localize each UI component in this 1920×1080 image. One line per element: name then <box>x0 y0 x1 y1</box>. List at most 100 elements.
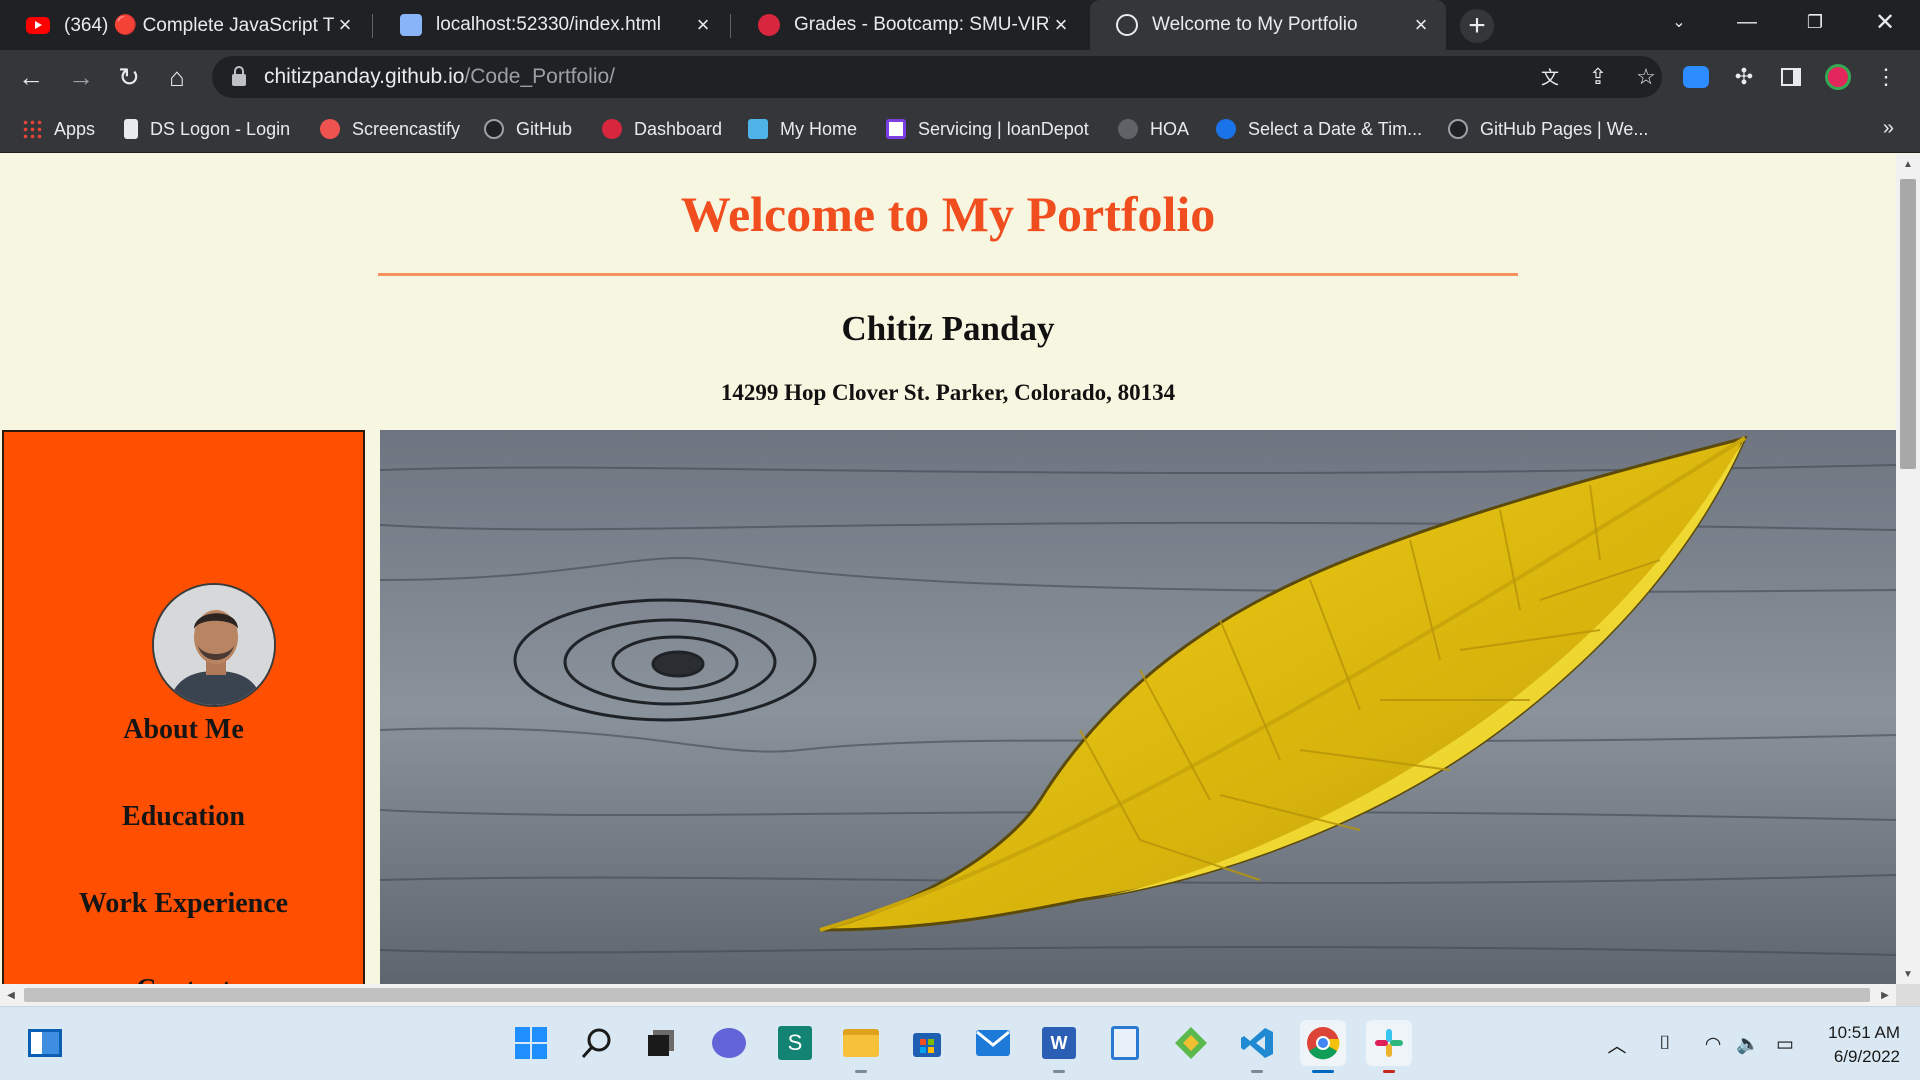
running-indicator <box>1312 1070 1334 1073</box>
share-icon[interactable]: ⇪ <box>1584 63 1612 91</box>
file-explorer-icon[interactable] <box>838 1020 884 1073</box>
horizontal-scrollbar[interactable]: ◀ ▶ <box>0 984 1896 1006</box>
tab-youtube[interactable]: (364) 🔴 Complete JavaScript Tu × <box>0 0 370 50</box>
bookmark-select-date[interactable]: Select a Date & Tim... <box>1216 115 1422 143</box>
battery-icon[interactable]: ▭ <box>1772 1031 1798 1057</box>
usb-icon[interactable]: ⌷ <box>1652 1031 1678 1057</box>
youtube-icon <box>26 16 50 34</box>
widgets-icon[interactable] <box>22 1020 68 1066</box>
owner-name: Chitiz Panday <box>841 309 1055 348</box>
bookmark-apps[interactable]: Apps <box>22 115 95 143</box>
scroll-down-icon[interactable]: ▼ <box>1896 964 1920 984</box>
notepad-icon[interactable] <box>1102 1020 1148 1066</box>
minimize-icon[interactable]: — <box>1718 0 1776 44</box>
side-panel-icon[interactable] <box>1775 61 1807 93</box>
owner-address: 14299 Hop Clover St. Parker, Colorado, 8… <box>720 380 1176 405</box>
tab-localhost[interactable]: localhost:52330/index.html × <box>374 0 728 50</box>
bookmark-label: GitHub Pages | We... <box>1480 118 1649 139</box>
wifi-icon[interactable]: ◠ <box>1700 1031 1726 1057</box>
nav-education[interactable]: Education <box>4 801 363 833</box>
nav-work-experience[interactable]: Work Experience <box>4 888 363 920</box>
page-title: Welcome to My Portfolio <box>680 186 1216 242</box>
close-icon[interactable]: × <box>692 12 714 37</box>
close-icon[interactable]: × <box>334 12 356 37</box>
tab-portfolio[interactable]: Welcome to My Portfolio × <box>1090 0 1446 50</box>
screencastify-icon <box>320 119 340 139</box>
bookmark-label: Apps <box>54 118 96 139</box>
bookmark-dashboard[interactable]: Dashboard <box>602 115 722 143</box>
window-close-icon[interactable]: ✕ <box>1856 0 1914 44</box>
tab-grades[interactable]: Grades - Bootcamp: SMU-VIRT-B × <box>732 0 1086 50</box>
tab-title: localhost:52330/index.html <box>436 14 661 35</box>
sway-icon[interactable]: S <box>772 1020 818 1066</box>
globe-icon <box>1116 14 1138 36</box>
zoom-extension-icon[interactable] <box>1680 61 1712 93</box>
restore-icon[interactable]: ❐ <box>1786 0 1844 44</box>
avatar <box>152 583 276 707</box>
bookmark-label: Screencastify <box>352 118 461 139</box>
forward-icon[interactable]: → <box>62 58 100 96</box>
slack-icon[interactable] <box>1366 1020 1412 1073</box>
bookmark-screencastify[interactable]: Screencastify <box>320 115 460 143</box>
show-hidden-icons[interactable]: ︿ <box>1604 1031 1630 1057</box>
bookmark-ds-logon[interactable]: DS Logon - Login <box>124 115 290 143</box>
running-indicator <box>1383 1070 1395 1073</box>
mail-icon[interactable] <box>970 1020 1016 1066</box>
more-bookmarks-icon[interactable]: » <box>1883 117 1894 140</box>
bookmark-label: DS Logon - Login <box>150 118 291 139</box>
profile-avatar-icon[interactable] <box>1822 61 1854 93</box>
chrome-icon[interactable] <box>1300 1020 1346 1073</box>
bookmark-label: Servicing | loanDepot <box>918 118 1089 139</box>
vscode-icon[interactable] <box>1234 1020 1280 1073</box>
vertical-scroll-thumb[interactable] <box>1900 179 1916 469</box>
running-indicator <box>855 1070 867 1073</box>
bookmark-label: My Home <box>780 118 858 139</box>
scroll-left-icon[interactable]: ◀ <box>0 984 22 1006</box>
url-text: chitizpanday.github.io/Code_Portfolio/ <box>264 65 615 89</box>
bookmark-hoa[interactable]: HOA <box>1118 115 1189 143</box>
bookmark-github-pages[interactable]: GitHub Pages | We... <box>1448 115 1648 143</box>
github-icon <box>484 119 504 139</box>
extensions-puzzle-icon[interactable]: ✣ <box>1728 61 1760 93</box>
nav-about-me[interactable]: About Me <box>4 714 363 746</box>
menu-kebab-icon[interactable]: ⋮ <box>1870 61 1902 93</box>
tab-search-icon[interactable]: ⌄ <box>1650 0 1708 44</box>
start-icon[interactable] <box>508 1020 554 1066</box>
home-icon[interactable]: ⌂ <box>158 58 196 96</box>
bookmark-label: Dashboard <box>634 118 723 139</box>
volume-icon[interactable]: 🔈 <box>1735 1031 1761 1057</box>
nav-contact[interactable]: Contact <box>4 974 363 984</box>
scroll-up-icon[interactable]: ▲ <box>1896 154 1920 174</box>
system-clock[interactable]: 10:51 AM 6/9/2022 <box>1828 1021 1900 1069</box>
scrollbar-corner <box>1896 984 1920 1006</box>
new-tab-button[interactable]: + <box>1460 9 1494 43</box>
running-indicator <box>1053 1070 1065 1073</box>
vertical-scrollbar[interactable]: ▲ ▼ <box>1896 154 1920 984</box>
horizontal-scroll-thumb[interactable] <box>24 988 1870 1002</box>
translate-icon[interactable]: 文 <box>1536 63 1564 91</box>
reload-icon[interactable]: ↻ <box>110 58 148 96</box>
search-icon[interactable] <box>574 1020 620 1066</box>
calendar-c-icon <box>1216 119 1236 139</box>
title-divider <box>378 273 1518 276</box>
localhost-icon <box>400 14 422 36</box>
store-icon[interactable] <box>904 1020 950 1066</box>
address-bar[interactable]: chitizpanday.github.io/Code_Portfolio/ 文… <box>212 56 1662 98</box>
chat-icon[interactable] <box>706 1020 752 1066</box>
bookmark-my-home[interactable]: My Home <box>748 115 857 143</box>
web-page: Welcome to My Portfolio Chitiz Panday 14… <box>0 154 1896 984</box>
browser-toolbar: ← → ↻ ⌂ chitizpanday.github.io/Code_Port… <box>0 50 1920 105</box>
close-icon[interactable]: × <box>1050 12 1072 37</box>
back-icon[interactable]: ← <box>12 58 50 96</box>
tool-icon[interactable] <box>1168 1020 1214 1066</box>
bookmark-loandepot[interactable]: Servicing | loanDepot <box>886 115 1089 143</box>
running-indicator <box>1251 1070 1263 1073</box>
bookmark-star-icon[interactable]: ☆ <box>1632 63 1660 91</box>
url-host: chitizpanday.github.io <box>264 65 465 88</box>
lock-icon[interactable] <box>232 66 246 86</box>
task-view-icon[interactable] <box>638 1020 684 1066</box>
scroll-right-icon[interactable]: ▶ <box>1874 984 1896 1006</box>
word-icon[interactable]: W <box>1036 1020 1082 1073</box>
close-icon[interactable]: × <box>1410 12 1432 37</box>
bookmark-github[interactable]: GitHub <box>484 115 572 143</box>
